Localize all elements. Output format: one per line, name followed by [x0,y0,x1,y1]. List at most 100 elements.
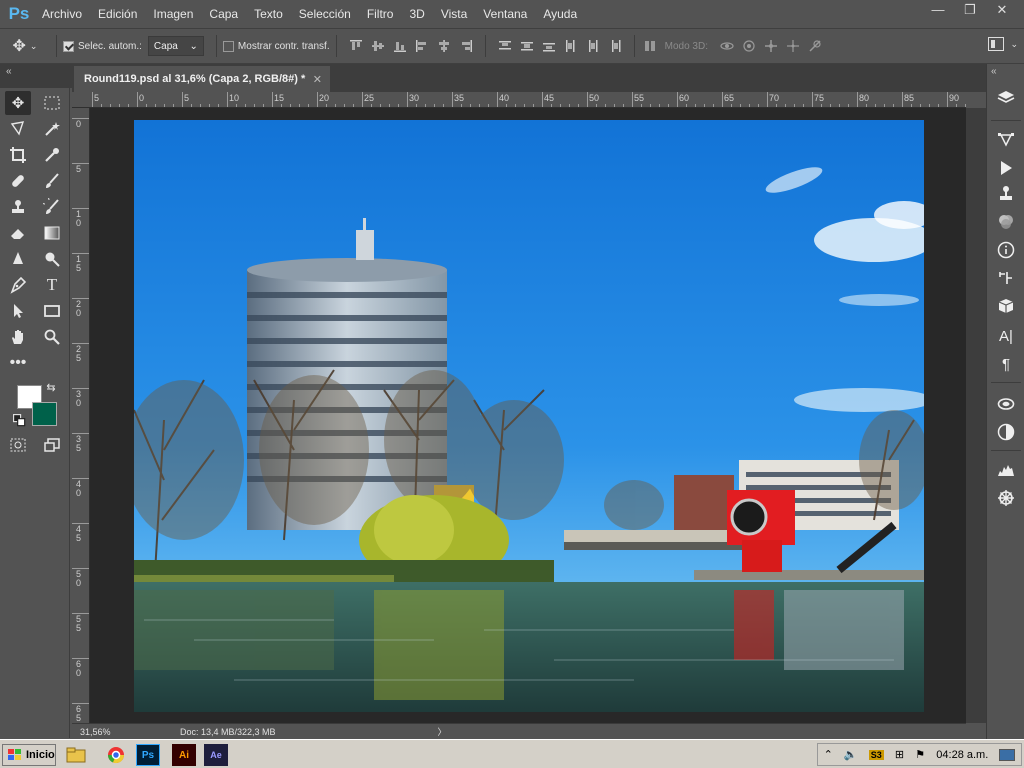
align-right-icon[interactable] [457,37,475,55]
eraser-tool-icon[interactable] [5,221,31,245]
menu-ventana[interactable]: Ventana [475,0,535,28]
app-tray-icon[interactable]: S3 [868,749,884,760]
move-tool-icon[interactable]: ✥ [5,91,31,115]
align-vcenter-icon[interactable] [369,37,387,55]
swap-colors-icon[interactable]: ⇆ [44,380,58,394]
more-tools-icon[interactable]: ••• [5,351,31,375]
paths-icon[interactable] [996,130,1016,150]
history-brush-tool-icon[interactable] [39,195,65,219]
layers-icon[interactable] [996,88,1016,108]
align-top-icon[interactable] [347,37,365,55]
close-button[interactable]: ✕ [986,0,1018,22]
menu-imagen[interactable]: Imagen [145,0,201,28]
crop-tool-icon[interactable] [5,143,31,167]
distribute-bottom-icon[interactable] [540,37,558,55]
gradient-tool-icon[interactable] [39,221,65,245]
canvas-area[interactable] [90,108,966,723]
path-selection-tool-icon[interactable] [5,299,31,323]
align-left-icon[interactable] [413,37,431,55]
healing-brush-tool-icon[interactable] [5,169,31,193]
status-menu-arrow[interactable]: 〉 [438,725,447,738]
auto-select-target-dropdown[interactable]: Capa ⌄ [147,36,204,56]
collapse-icon[interactable]: « [6,66,12,77]
actions-play-icon[interactable] [996,158,1016,178]
adjustments-icon[interactable] [996,422,1016,442]
character-icon[interactable]: A| [996,326,1016,346]
info-icon[interactable] [996,240,1016,260]
explorer-icon[interactable] [64,744,88,766]
menu-ayuda[interactable]: Ayuda [535,0,585,28]
clone-source-icon[interactable] [996,184,1016,204]
collapse-icon[interactable]: « [991,66,997,77]
illustrator-icon[interactable]: Ai [172,744,196,766]
histogram-icon[interactable] [996,460,1016,480]
quick-mask-icon[interactable] [5,433,31,457]
3d-pan-icon[interactable] [762,37,780,55]
brush-tool-icon[interactable] [39,169,65,193]
marquee-tool-icon[interactable] [39,91,65,115]
3d-panel-icon[interactable] [996,296,1016,316]
default-colors-icon[interactable] [13,414,27,428]
menu-texto[interactable]: Texto [246,0,291,28]
after-effects-icon[interactable]: Ae [204,744,228,766]
auto-align-icon[interactable] [641,37,659,55]
zoom-level[interactable]: 31,56% [72,727,130,737]
type-tool-icon[interactable]: T [39,273,65,297]
vertical-ruler: 0 5 1 0 1 5 2 0 2 5 3 0 3 5 4 0 4 5 5 0 5 5 6 0 6 5 [72,108,90,723]
move-tool-preset-picker[interactable]: ✥ ⌄ [0,36,50,56]
show-desktop-icon[interactable] [999,748,1016,761]
channels-icon[interactable] [996,212,1016,232]
rectangle-tool-icon[interactable] [39,299,65,323]
zoom-tool-icon[interactable] [39,325,65,349]
distribute-top-icon[interactable] [496,37,514,55]
clock[interactable]: 04:28 a.m. [936,749,988,761]
lasso-tool-icon[interactable] [5,117,31,141]
hand-tool-icon[interactable] [5,325,31,349]
start-button[interactable]: Inicio [2,744,56,766]
menu-edicion[interactable]: Edición [90,0,145,28]
history-icon[interactable] [996,268,1016,288]
clone-stamp-tool-icon[interactable] [5,195,31,219]
minimize-button[interactable]: — [922,0,954,22]
3d-roll-icon[interactable] [740,37,758,55]
quick-selection-tool-icon[interactable] [39,117,65,141]
auto-select-checkbox[interactable] [63,40,74,52]
pen-tool-icon[interactable] [5,273,31,297]
align-hcenter-icon[interactable] [435,37,453,55]
3d-slide-icon[interactable] [784,37,802,55]
menu-seleccion[interactable]: Selección [291,0,359,28]
distribute-right-icon[interactable] [606,37,624,55]
paragraph-icon[interactable]: ¶ [996,354,1016,374]
distribute-hcenter-icon[interactable] [584,37,602,55]
screen-mode-icon[interactable] [39,433,65,457]
volume-icon[interactable]: 🔈 [844,748,858,761]
network-icon[interactable]: ⊞ [895,748,904,761]
close-tab-icon[interactable]: ✕ [313,73,322,86]
tray-expand-icon[interactable]: ⌃ [824,748,833,761]
3d-scale-icon[interactable] [806,37,824,55]
menu-3d[interactable]: 3D [401,0,432,28]
document-tab[interactable]: Round119.psd al 31,6% (Capa 2, RGB/8#) *… [74,66,330,92]
background-color-swatch[interactable] [32,402,57,426]
document-image[interactable] [134,120,924,712]
show-transform-checkbox[interactable] [222,40,234,52]
distribute-left-icon[interactable] [562,37,580,55]
blur-tool-icon[interactable] [5,247,31,271]
menu-vista[interactable]: Vista [433,0,475,28]
photoshop-icon[interactable]: Ps [136,744,160,766]
navigator-icon[interactable] [996,488,1016,508]
distribute-vcenter-icon[interactable] [518,37,536,55]
chrome-icon[interactable] [104,744,128,766]
dodge-tool-icon[interactable] [39,247,65,271]
vertical-scrollbar[interactable] [966,108,986,723]
menu-filtro[interactable]: Filtro [359,0,402,28]
workspace-switcher[interactable]: ⌄ [988,37,1018,51]
3d-orbit-icon[interactable] [718,37,736,55]
libraries-icon[interactable] [996,394,1016,414]
menu-archivo[interactable]: Archivo [34,0,90,28]
flag-icon[interactable]: ⚑ [915,748,925,761]
restore-button[interactable]: ❐ [954,0,986,22]
menu-capa[interactable]: Capa [201,0,246,28]
eyedropper-tool-icon[interactable] [39,143,65,167]
align-bottom-icon[interactable] [391,37,409,55]
